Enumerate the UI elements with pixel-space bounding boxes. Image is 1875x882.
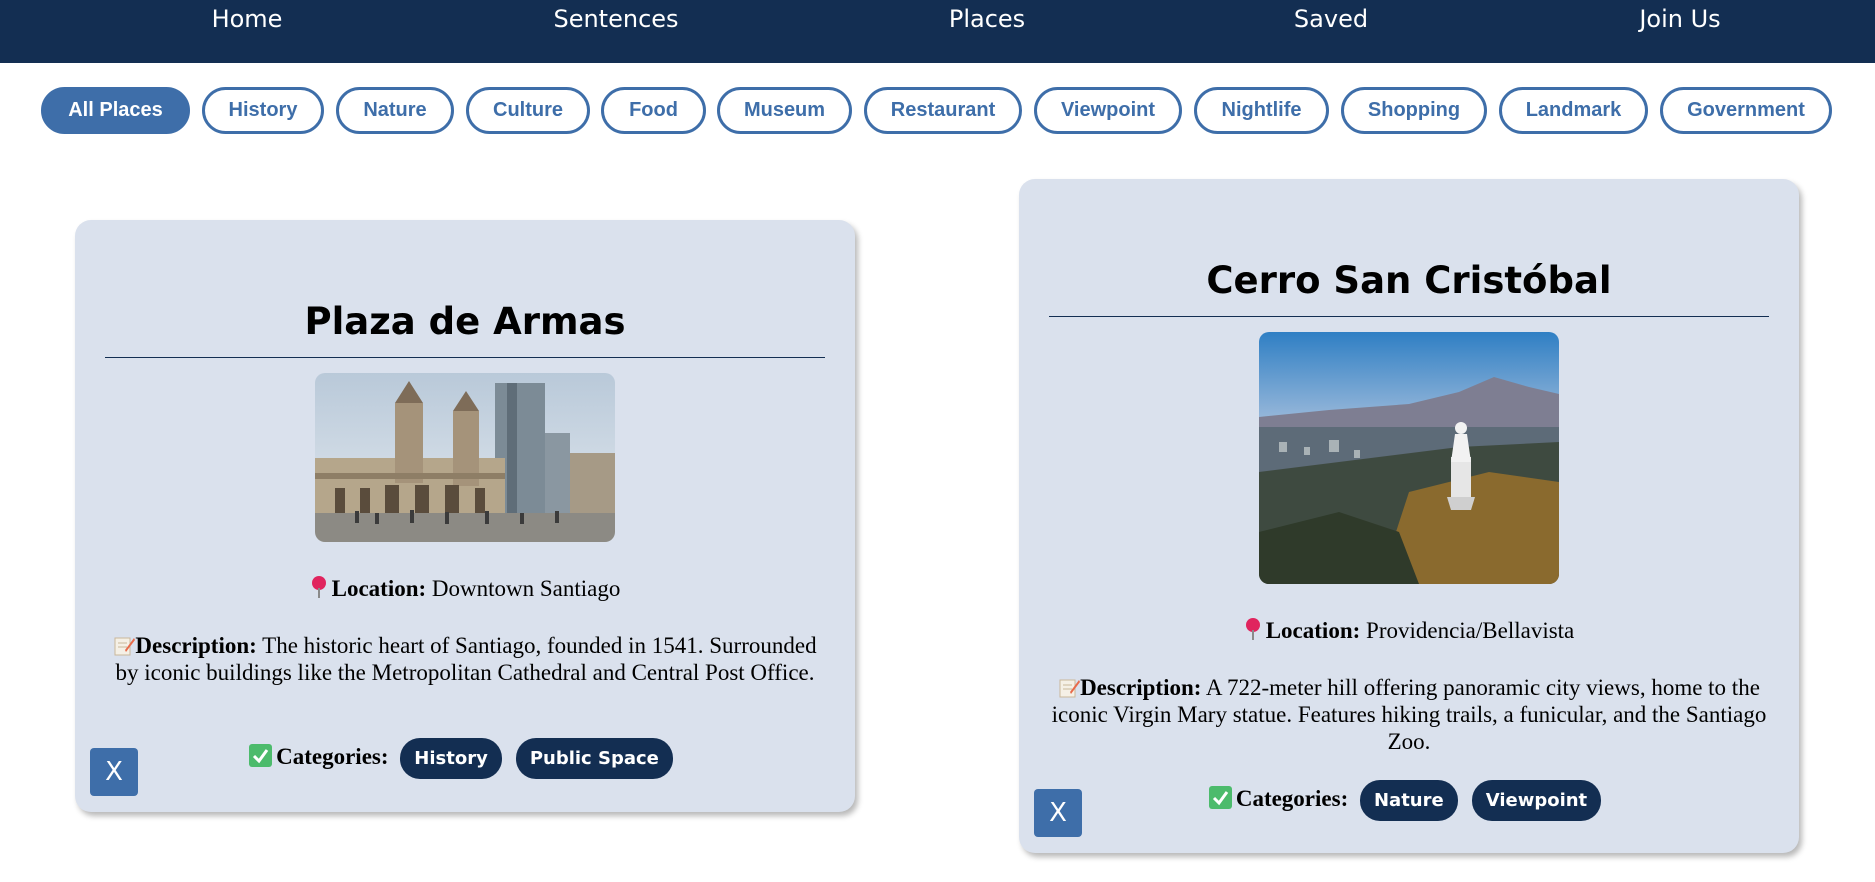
category-tag: Viewpoint — [1471, 780, 1602, 821]
categories-line: Categories: History Public Space — [105, 738, 825, 779]
place-card: Plaza de Armas Location: Downtown Santia… — [75, 220, 855, 812]
card-title: Plaza de Armas — [304, 300, 626, 343]
title-divider — [1049, 316, 1769, 317]
card-title: Cerro San Cristóbal — [1206, 259, 1612, 302]
filter-nature[interactable]: Nature — [336, 87, 454, 134]
nav-home[interactable]: Home — [212, 5, 283, 33]
category-tag: Public Space — [515, 738, 673, 779]
title-divider — [105, 357, 825, 358]
location-value: Downtown Santiago — [431, 576, 621, 601]
memo-icon — [1059, 679, 1081, 698]
location-line: Location: Providencia/Bellavista — [1049, 617, 1769, 644]
close-button[interactable]: X — [1034, 789, 1082, 837]
description-line: Description: A 722-meter hill offering p… — [1049, 674, 1769, 755]
filter-museum[interactable]: Museum — [717, 87, 852, 134]
filter-shopping[interactable]: Shopping — [1341, 87, 1487, 134]
nav-join-us[interactable]: Join Us — [1639, 5, 1720, 33]
filter-all-places[interactable]: All Places — [41, 87, 190, 134]
category-tag: History — [400, 738, 502, 779]
nav-places[interactable]: Places — [949, 5, 1025, 33]
top-nav: Home Sentences Places Saved Join Us — [0, 0, 1875, 63]
filter-culture[interactable]: Culture — [466, 87, 590, 134]
pin-icon — [311, 576, 326, 598]
cathedral-photo — [315, 373, 615, 542]
filter-history[interactable]: History — [202, 87, 324, 134]
category-tag: Nature — [1359, 780, 1458, 821]
location-line: Location: Downtown Santiago — [105, 575, 825, 602]
categories-label: Categories: — [276, 743, 389, 769]
categories-line: Categories: Nature Viewpoint — [1049, 780, 1769, 821]
category-filter-bar: All Places History Nature Culture Food M… — [0, 87, 1875, 140]
filter-viewpoint[interactable]: Viewpoint — [1034, 87, 1182, 134]
filter-landmark[interactable]: Landmark — [1499, 87, 1648, 134]
hill-statue-photo — [1259, 332, 1559, 584]
nav-sentences[interactable]: Sentences — [553, 5, 678, 33]
filter-government[interactable]: Government — [1660, 87, 1832, 134]
check-icon — [249, 743, 273, 767]
description-label: Description: — [135, 633, 257, 658]
location-value: Providencia/Bellavista — [1366, 618, 1575, 643]
description-label: Description: — [1080, 675, 1202, 700]
filter-restaurant[interactable]: Restaurant — [864, 87, 1022, 134]
pin-icon — [1245, 618, 1260, 640]
place-card: Cerro San Cristóbal Location: Providenci… — [1019, 179, 1799, 853]
filter-nightlife[interactable]: Nightlife — [1194, 87, 1329, 134]
check-icon — [1208, 785, 1232, 809]
filter-food[interactable]: Food — [601, 87, 706, 134]
description-line: Description: The historic heart of Santi… — [105, 632, 825, 686]
categories-label: Categories: — [1235, 785, 1349, 811]
location-label: Location: — [331, 576, 427, 601]
nav-saved[interactable]: Saved — [1294, 5, 1368, 33]
location-label: Location: — [1265, 618, 1361, 643]
close-button[interactable]: X — [90, 748, 138, 796]
memo-icon — [114, 637, 136, 656]
